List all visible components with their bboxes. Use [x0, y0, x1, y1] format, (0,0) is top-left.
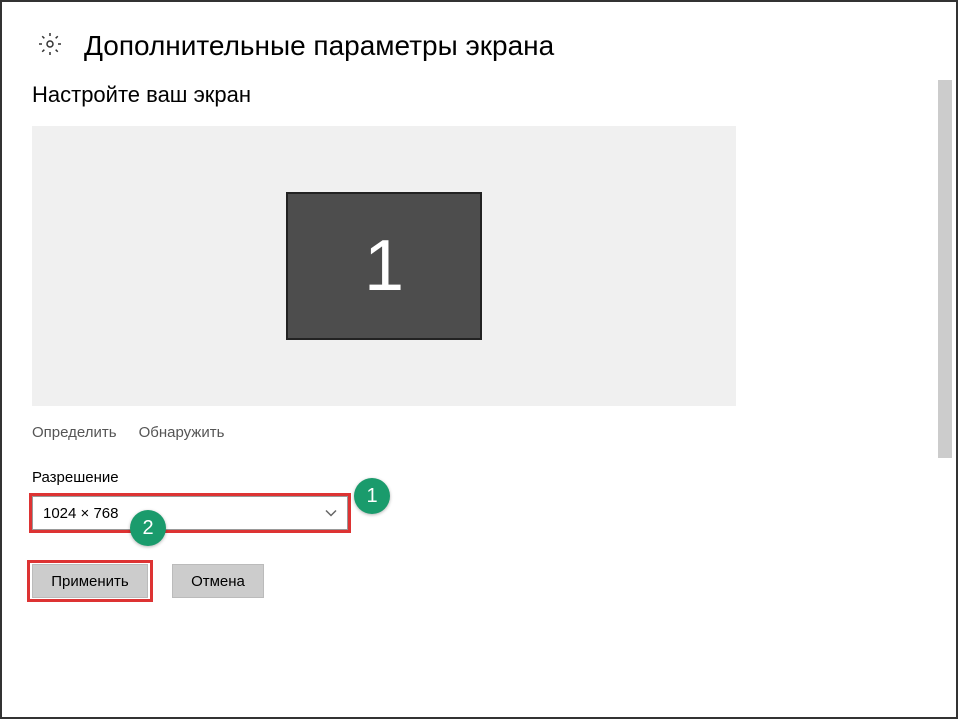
- scrollbar-thumb[interactable]: [938, 80, 952, 458]
- header: Дополнительные параметры экрана: [2, 2, 956, 82]
- monitor-number: 1: [364, 225, 404, 307]
- resolution-label: Разрешение: [2, 459, 956, 496]
- resolution-value: 1024 × 768: [43, 505, 119, 522]
- annotation-badge-1: 1: [354, 478, 390, 514]
- cancel-button[interactable]: Отмена: [172, 564, 264, 598]
- monitor-preview-area: 1: [32, 126, 736, 406]
- monitor-links: Определить Обнаружить: [2, 416, 956, 459]
- page-title: Дополнительные параметры экрана: [84, 30, 554, 62]
- identify-link[interactable]: Определить: [32, 424, 117, 441]
- chevron-down-icon: [325, 505, 337, 522]
- resolution-dropdown[interactable]: 1024 × 768: [32, 496, 348, 530]
- gear-icon: [38, 32, 62, 61]
- monitor-1[interactable]: 1: [286, 192, 482, 340]
- annotation-badge-2: 2: [130, 510, 166, 546]
- apply-button[interactable]: Применить: [32, 564, 148, 598]
- section-title: Настройте ваш экран: [2, 82, 956, 126]
- detect-link[interactable]: Обнаружить: [139, 424, 225, 441]
